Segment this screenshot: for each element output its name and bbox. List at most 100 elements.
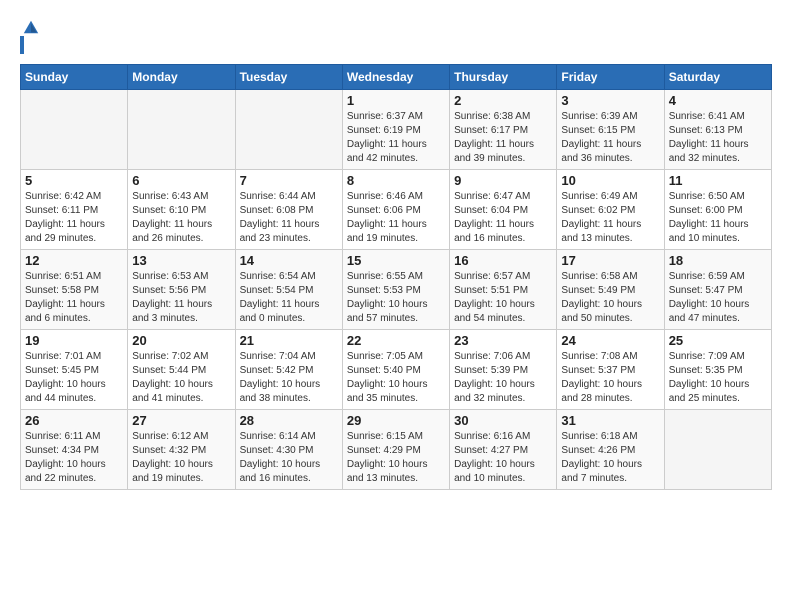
logo-icon (22, 18, 40, 36)
calendar-cell: 10Sunrise: 6:49 AMSunset: 6:02 PMDayligh… (557, 170, 664, 250)
day-number: 4 (669, 93, 767, 108)
calendar-cell: 14 Sunrise: 6:54 AMSunset: 5:54 PMDayligh… (235, 250, 342, 330)
calendar-week-row: 19 Sunrise: 7:01 AMSunset: 5:45 PMDayligh… (21, 330, 772, 410)
day-number: 21 (240, 333, 338, 348)
calendar-cell: 23Sunrise: 7:06 AMSunset: 5:39 PMDayligh… (450, 330, 557, 410)
day-number: 3 (561, 93, 659, 108)
calendar-cell: 17 Sunrise: 6:58 AMSunset: 5:49 PMDayligh… (557, 250, 664, 330)
day-number: 15 (347, 253, 445, 268)
weekday-header: Friday (557, 65, 664, 90)
calendar-cell: 16 Sunrise: 6:57 AMSunset: 5:51 PMDayligh… (450, 250, 557, 330)
cell-content: Sunrise: 7:09 AMSunset: 5:35 PMDaylight:… (669, 350, 767, 406)
calendar-cell: 13 Sunrise: 6:53 AMSunset: 5:56 PMDayligh… (128, 250, 235, 330)
calendar-week-row: 12Sunrise: 6:51 AMSunset: 5:58 PMDayligh… (21, 250, 772, 330)
day-number: 7 (240, 173, 338, 188)
calendar-week-row: 1 Sunrise: 6:37 AMSunset: 6:19 PMDaylight… (21, 90, 772, 170)
calendar-cell: 21 Sunrise: 7:04 AMSunset: 5:42 PMDayligh… (235, 330, 342, 410)
cell-content: Sunrise: 6:37 AMSunset: 6:19 PMDaylight:… (347, 110, 445, 166)
calendar-week-row: 5 Sunrise: 6:42 AMSunset: 6:11 PMDaylight… (21, 170, 772, 250)
cell-content: Sunrise: 6:44 AMSunset: 6:08 PMDaylight:… (240, 190, 338, 246)
cell-content: Sunrise: 7:04 AMSunset: 5:42 PMDaylight:… (240, 350, 338, 406)
cell-content: Sunrise: 6:16 AMSunset: 4:27 PMDaylight:… (454, 430, 552, 486)
day-number: 29 (347, 413, 445, 428)
cell-content: Sunrise: 7:08 AMSunset: 5:37 PMDaylight:… (561, 350, 659, 406)
day-number: 31 (561, 413, 659, 428)
day-number: 16 (454, 253, 552, 268)
day-number: 6 (132, 173, 230, 188)
day-number: 20 (132, 333, 230, 348)
day-number: 14 (240, 253, 338, 268)
day-number: 22 (347, 333, 445, 348)
cell-content: Sunrise: 7:01 AMSunset: 5:45 PMDaylight:… (25, 350, 123, 406)
day-number: 11 (669, 173, 767, 188)
cell-content: Sunrise: 7:05 AMSunset: 5:40 PMDaylight:… (347, 350, 445, 406)
calendar-cell: 3 Sunrise: 6:39 AMSunset: 6:15 PMDaylight… (557, 90, 664, 170)
calendar-cell: 28 Sunrise: 6:14 AMSunset: 4:30 PMDayligh… (235, 410, 342, 490)
cell-content: Sunrise: 6:42 AMSunset: 6:11 PMDaylight:… (25, 190, 123, 246)
calendar-cell (235, 90, 342, 170)
cell-content: Sunrise: 6:38 AMSunset: 6:17 PMDaylight:… (454, 110, 552, 166)
day-number: 28 (240, 413, 338, 428)
calendar-cell: 25 Sunrise: 7:09 AMSunset: 5:35 PMDayligh… (664, 330, 771, 410)
weekday-header: Wednesday (342, 65, 449, 90)
cell-content: Sunrise: 6:39 AMSunset: 6:15 PMDaylight:… (561, 110, 659, 166)
cell-content: Sunrise: 6:43 AMSunset: 6:10 PMDaylight:… (132, 190, 230, 246)
day-number: 18 (669, 253, 767, 268)
day-number: 10 (561, 173, 659, 188)
calendar-cell: 15 Sunrise: 6:55 AMSunset: 5:53 PMDayligh… (342, 250, 449, 330)
calendar-cell: 4 Sunrise: 6:41 AMSunset: 6:13 PMDaylight… (664, 90, 771, 170)
calendar-cell: 31 Sunrise: 6:18 AMSunset: 4:26 PMDayligh… (557, 410, 664, 490)
calendar-cell: 29 Sunrise: 6:15 AMSunset: 4:29 PMDayligh… (342, 410, 449, 490)
cell-content: Sunrise: 6:47 AMSunset: 6:04 PMDaylight:… (454, 190, 552, 246)
weekday-header: Tuesday (235, 65, 342, 90)
page: SundayMondayTuesdayWednesdayThursdayFrid… (0, 0, 792, 500)
cell-content: Sunrise: 6:59 AMSunset: 5:47 PMDaylight:… (669, 270, 767, 326)
day-number: 26 (25, 413, 123, 428)
logo (20, 20, 40, 54)
calendar-cell: 18 Sunrise: 6:59 AMSunset: 5:47 PMDayligh… (664, 250, 771, 330)
day-number: 1 (347, 93, 445, 108)
calendar-cell: 7 Sunrise: 6:44 AMSunset: 6:08 PMDaylight… (235, 170, 342, 250)
calendar-cell: 9 Sunrise: 6:47 AMSunset: 6:04 PMDaylight… (450, 170, 557, 250)
cell-content: Sunrise: 6:14 AMSunset: 4:30 PMDaylight:… (240, 430, 338, 486)
cell-content: Sunrise: 6:12 AMSunset: 4:32 PMDaylight:… (132, 430, 230, 486)
calendar-cell: 26 Sunrise: 6:11 AMSunset: 4:34 PMDayligh… (21, 410, 128, 490)
cell-content: Sunrise: 6:58 AMSunset: 5:49 PMDaylight:… (561, 270, 659, 326)
day-number: 24 (561, 333, 659, 348)
day-number: 27 (132, 413, 230, 428)
calendar-cell: 8 Sunrise: 6:46 AMSunset: 6:06 PMDaylight… (342, 170, 449, 250)
cell-content: Sunrise: 6:11 AMSunset: 4:34 PMDaylight:… (25, 430, 123, 486)
cell-content: Sunrise: 6:54 AMSunset: 5:54 PMDaylight:… (240, 270, 338, 326)
day-number: 17 (561, 253, 659, 268)
weekday-header: Monday (128, 65, 235, 90)
cell-content: Sunrise: 6:41 AMSunset: 6:13 PMDaylight:… (669, 110, 767, 166)
cell-content: Sunrise: 6:53 AMSunset: 5:56 PMDaylight:… (132, 270, 230, 326)
cell-content: Sunrise: 7:02 AMSunset: 5:44 PMDaylight:… (132, 350, 230, 406)
weekday-header: Sunday (21, 65, 128, 90)
day-number: 23 (454, 333, 552, 348)
calendar-header-row: SundayMondayTuesdayWednesdayThursdayFrid… (21, 65, 772, 90)
day-number: 25 (669, 333, 767, 348)
day-number: 13 (132, 253, 230, 268)
day-number: 8 (347, 173, 445, 188)
cell-content: Sunrise: 6:57 AMSunset: 5:51 PMDaylight:… (454, 270, 552, 326)
day-number: 19 (25, 333, 123, 348)
day-number: 5 (25, 173, 123, 188)
calendar-cell: 2Sunrise: 6:38 AMSunset: 6:17 PMDaylight… (450, 90, 557, 170)
weekday-header: Saturday (664, 65, 771, 90)
day-number: 9 (454, 173, 552, 188)
calendar-cell: 20 Sunrise: 7:02 AMSunset: 5:44 PMDayligh… (128, 330, 235, 410)
calendar-cell: 11 Sunrise: 6:50 AMSunset: 6:00 PMDayligh… (664, 170, 771, 250)
calendar-cell: 30Sunrise: 6:16 AMSunset: 4:27 PMDayligh… (450, 410, 557, 490)
cell-content: Sunrise: 6:46 AMSunset: 6:06 PMDaylight:… (347, 190, 445, 246)
cell-content: Sunrise: 6:15 AMSunset: 4:29 PMDaylight:… (347, 430, 445, 486)
calendar-cell (128, 90, 235, 170)
calendar-cell: 22 Sunrise: 7:05 AMSunset: 5:40 PMDayligh… (342, 330, 449, 410)
logo-text (20, 20, 40, 36)
cell-content: Sunrise: 6:55 AMSunset: 5:53 PMDaylight:… (347, 270, 445, 326)
cell-content: Sunrise: 6:18 AMSunset: 4:26 PMDaylight:… (561, 430, 659, 486)
cell-content: Sunrise: 6:50 AMSunset: 6:00 PMDaylight:… (669, 190, 767, 246)
calendar-week-row: 26 Sunrise: 6:11 AMSunset: 4:34 PMDayligh… (21, 410, 772, 490)
calendar-cell: 24 Sunrise: 7:08 AMSunset: 5:37 PMDayligh… (557, 330, 664, 410)
calendar-cell: 12Sunrise: 6:51 AMSunset: 5:58 PMDayligh… (21, 250, 128, 330)
